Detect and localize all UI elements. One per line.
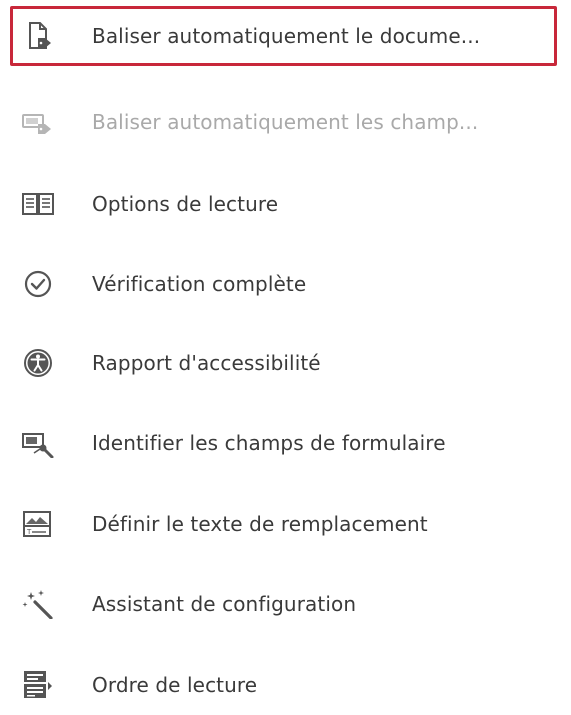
reading-order-icon <box>21 670 55 700</box>
menu-item-accessibility-report[interactable]: Rapport d'accessibilité <box>10 333 557 393</box>
menu-item-label: Vérification complète <box>92 272 307 296</box>
menu-item-reading-options[interactable]: Options de lecture <box>10 174 557 234</box>
alt-text-icon: T <box>21 509 55 539</box>
tag-document-icon <box>21 21 55 51</box>
identify-form-fields-icon <box>21 428 55 458</box>
menu-item-label: Identifier les champs de formulaire <box>92 431 446 455</box>
menu-item-autotag-document[interactable]: Baliser automatiquement le docume... <box>10 6 557 66</box>
menu-item-set-alt-text[interactable]: T Définir le texte de remplacement <box>10 494 557 554</box>
tag-form-fields-icon <box>21 107 55 137</box>
menu-item-label: Rapport d'accessibilité <box>92 351 321 375</box>
menu-item-label: Options de lecture <box>92 192 279 216</box>
svg-text:T: T <box>26 528 32 536</box>
menu-item-label: Ordre de lecture <box>92 673 258 697</box>
menu-item-autotag-form-fields[interactable]: Baliser automatiquement les champ... <box>10 92 557 152</box>
menu-item-label: Baliser automatiquement le docume... <box>92 24 481 48</box>
menu-item-full-check[interactable]: Vérification complète <box>10 254 557 314</box>
reading-options-icon <box>21 189 55 219</box>
menu-item-label: Définir le texte de remplacement <box>92 512 428 536</box>
accessibility-tools-menu: Baliser automatiquement le docume... Bal… <box>0 0 571 708</box>
menu-item-reading-order[interactable]: Ordre de lecture <box>10 655 557 715</box>
menu-item-label: Baliser automatiquement les champ... <box>92 110 479 134</box>
menu-item-setup-assistant[interactable]: Assistant de configuration <box>10 574 557 634</box>
menu-item-label: Assistant de configuration <box>92 592 357 616</box>
menu-item-identify-form-fields[interactable]: Identifier les champs de formulaire <box>10 413 557 473</box>
accessibility-icon <box>21 348 55 378</box>
check-circle-icon <box>21 269 55 299</box>
magic-wand-icon <box>21 589 55 619</box>
